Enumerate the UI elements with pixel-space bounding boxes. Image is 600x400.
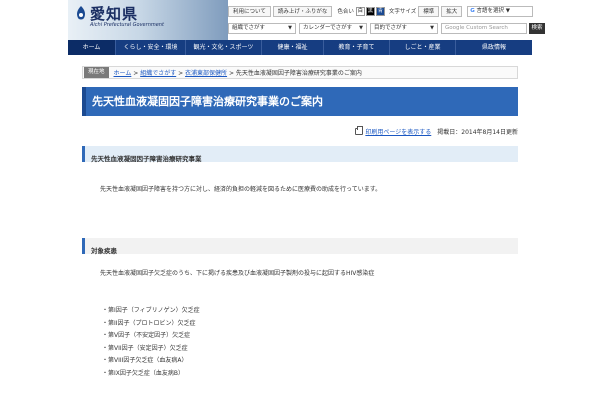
section-heading-text: 先天性血液凝固因子障害治療研究事業 — [91, 155, 202, 163]
list-item: ・第VIII因子欠乏症（血友病A） — [102, 357, 188, 364]
prefecture-emblem-icon — [77, 6, 85, 20]
calendar-select-label: カレンダーでさがす — [303, 24, 353, 31]
printer-icon — [355, 125, 364, 135]
about-button[interactable]: 利用について — [228, 5, 271, 17]
chevron-down-icon: ▼ — [359, 24, 363, 31]
search-bar: 組織でさがす ▼ カレンダーでさがす ▼ 目的でさがす ▼ Google Custom… — [228, 22, 545, 34]
section-heading-diseases: 対象疾患 — [82, 238, 518, 255]
chevron-down-icon: ▼ — [430, 24, 434, 31]
page-meta: 印刷用ページを表示する 掲載日：2014年8月14日更新 — [334, 125, 518, 136]
breadcrumb-organization-link[interactable]: 組織でさがす — [140, 70, 176, 77]
page-title-bar: 先天性血液凝固因子障害治療研究事業のご案内 — [82, 87, 518, 116]
translate-label: 言語を選択 — [476, 7, 505, 14]
breadcrumb-current: 先天性血液凝固因子障害治療研究事業のご案内 — [235, 70, 362, 77]
color-black-button[interactable]: 黒 — [365, 6, 375, 16]
purpose-select[interactable]: 目的でさがす ▼ — [370, 22, 438, 34]
color-blue-button[interactable]: 青 — [375, 6, 385, 16]
search-button[interactable]: 検索 — [529, 22, 545, 34]
chevron-down-icon: ▼ — [288, 24, 292, 31]
breadcrumb-health-center-link[interactable]: 衣浦東部保健所 — [185, 70, 227, 77]
breadcrumb-items: ホーム > 組織でさがす > 衣浦東部保健所 > 先天性血液凝固因子障害治療研究… — [113, 70, 362, 77]
published-date: 掲載日：2014年8月14日更新 — [437, 128, 518, 136]
nav-living[interactable]: くらし・安全・環境 — [116, 40, 186, 55]
nav-home[interactable]: ホーム — [68, 40, 116, 55]
site-header: 愛知県 Aichi Prefectural Government 利用について … — [0, 0, 600, 40]
list-item: ・第IX因子欠乏症（血友病B） — [102, 369, 184, 377]
calendar-select[interactable]: カレンダーでさがす ▼ — [299, 22, 367, 34]
google-g-icon: G — [470, 7, 475, 14]
site-logo[interactable]: 愛知県 Aichi Prefectural Government — [68, 0, 228, 40]
logo-text: 愛知県 — [90, 5, 139, 23]
section-heading-text: 対象疾患 — [91, 247, 117, 255]
global-nav: ホーム くらし・安全・環境 観光・文化・スポーツ 健康・福祉 教育・子育て しご… — [68, 40, 532, 55]
logo-subtitle: Aichi Prefectural Government — [90, 22, 164, 28]
google-translate-select[interactable]: G 言語を選択 ▼ — [467, 5, 534, 17]
nav-government[interactable]: 県政情報 — [456, 40, 532, 55]
organization-select[interactable]: 組織でさがす ▼ — [228, 22, 296, 34]
page-title: 先天性血液凝固因子障害治療研究事業のご案内 — [92, 95, 323, 108]
search-input[interactable]: Google Custom Search — [441, 22, 527, 34]
nav-tourism[interactable]: 観光・文化・スポーツ — [186, 40, 262, 55]
diseases-description: 先天性血液凝固因子欠乏症のうち、下に掲げる疾患及び血液凝固因子製剤の投与に起因す… — [100, 270, 375, 277]
list-item: ・第II因子（プロトロビン）欠乏症 — [102, 319, 196, 327]
breadcrumb-home-link[interactable]: ホーム — [114, 70, 132, 77]
program-description: 先天性血液凝固因子障害を持つ方に対し、経済的負担の軽減を図るために医療費の助成を… — [100, 186, 382, 193]
list-item: ・第I因子（フィブリノゲン）欠乏症 — [102, 307, 200, 314]
page: { "header": { "logo_text": "愛知県", "logo_… — [0, 0, 600, 400]
nav-industry[interactable]: しごと・産業 — [390, 40, 456, 55]
print-page-link[interactable]: 印刷用ページを表示する — [365, 127, 431, 136]
text-size-label: 文字サイズ — [388, 9, 417, 15]
color-white-button[interactable]: 白 — [355, 6, 365, 16]
color-label: 色合い — [337, 9, 354, 15]
utility-bar: 利用について 読み上げ・ふりがな 色合い 白 黒 青 文字サイズ 標準 拡大 G… — [228, 5, 534, 17]
organization-select-label: 組織でさがす — [232, 24, 266, 31]
list-item: ・第V因子（不安定因子）欠乏症 — [102, 332, 191, 339]
size-normal-button[interactable]: 標準 — [418, 5, 440, 17]
breadcrumb-here-label: 現在地 — [84, 67, 109, 78]
size-large-button[interactable]: 拡大 — [441, 5, 463, 17]
purpose-select-label: 目的でさがす — [374, 24, 408, 31]
nav-health[interactable]: 健康・福祉 — [262, 40, 324, 55]
list-item: ・第VII因子（安定因子）欠乏症 — [102, 344, 188, 352]
read-aloud-button[interactable]: 読み上げ・ふりがな — [272, 5, 333, 17]
nav-education[interactable]: 教育・子育て — [324, 40, 390, 55]
section-heading-program: 先天性血液凝固因子障害治療研究事業 — [82, 146, 518, 163]
breadcrumb: 現在地 ホーム > 組織でさがす > 衣浦東部保健所 > 先天性血液凝固因子障害… — [82, 66, 518, 79]
disease-list: ・第I因子（フィブリノゲン）欠乏症 ・第II因子（プロトロビン）欠乏症 ・第V因… — [102, 306, 402, 381]
